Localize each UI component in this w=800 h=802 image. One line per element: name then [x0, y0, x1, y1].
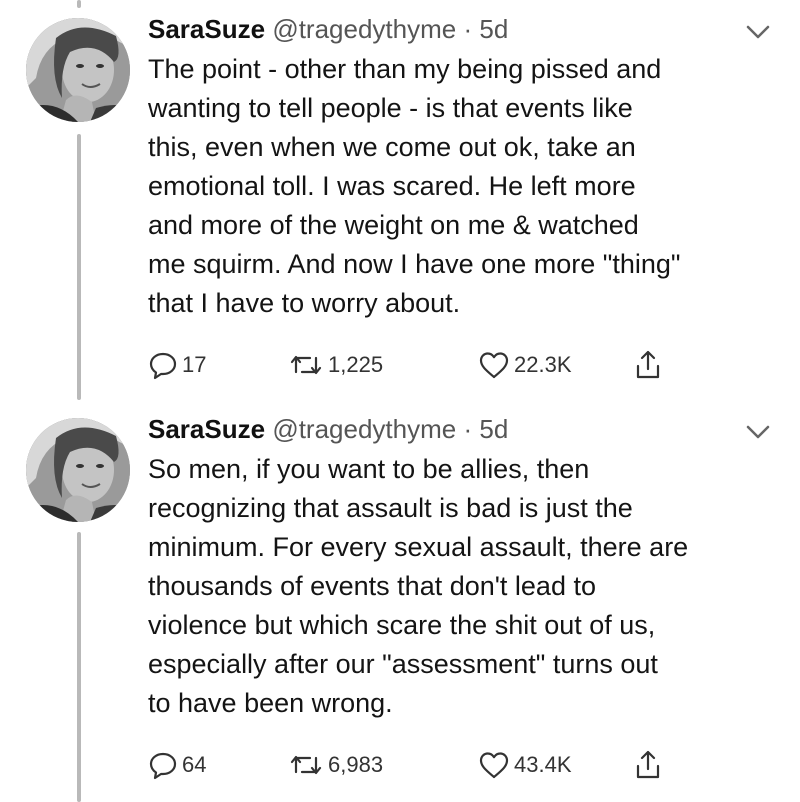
retweet-button[interactable]: 1,225	[288, 345, 383, 385]
separator-dot: ·	[463, 14, 473, 44]
tweet-actions: 17 1,225 22.3K	[148, 345, 708, 385]
tweet-header: SaraSuze @tragedythyme · 5d	[148, 12, 508, 46]
tweet-text-line: that I have to worry about.	[148, 288, 461, 318]
chevron-down-icon[interactable]	[744, 422, 772, 442]
tweet-text: The point - other than my being pissed a…	[148, 50, 788, 323]
avatar-image	[26, 18, 130, 122]
reply-icon	[149, 352, 177, 380]
tweet-text-line: and more of the weight on me & watched	[148, 210, 639, 240]
tweet-text-line: So men, if you want to be allies, then	[148, 454, 590, 484]
like-count: 22.3K	[514, 352, 572, 377]
retweet-button[interactable]: 6,983	[288, 745, 383, 785]
display-name[interactable]: SaraSuze	[148, 414, 265, 444]
tweet-age[interactable]: 5d	[479, 14, 508, 44]
like-button[interactable]: 43.4K	[478, 745, 572, 785]
retweet-icon	[290, 755, 322, 775]
tweet-text: So men, if you want to be allies, then r…	[148, 450, 788, 723]
display-name[interactable]: SaraSuze	[148, 14, 265, 44]
reply-count: 64	[182, 752, 207, 777]
tweet-text-line: me squirm. And now I have one more "thin…	[148, 249, 681, 279]
avatar-image	[26, 418, 130, 522]
chevron-down-icon[interactable]	[744, 22, 772, 42]
separator-dot: ·	[463, 414, 473, 444]
tweet-text-line: especially after our "assessment" turns …	[148, 649, 658, 679]
tweet-text-line: this, even when we come out ok, take an	[148, 132, 636, 162]
like-count: 43.4K	[514, 752, 572, 777]
avatar[interactable]	[26, 418, 130, 522]
tweet[interactable]: SaraSuze @tragedythyme · 5d So men, if y…	[0, 400, 800, 802]
reply-count: 17	[182, 352, 207, 377]
tweet-text-line: minimum. For every sexual assault, there…	[148, 532, 689, 562]
reply-button[interactable]: 64	[148, 745, 206, 785]
heart-icon	[479, 352, 509, 379]
reply-icon	[149, 752, 177, 780]
tweet-text-line: thousands of events that don't lead to	[148, 571, 596, 601]
retweet-count: 1,225	[328, 352, 384, 377]
reply-button[interactable]: 17	[148, 345, 206, 385]
avatar[interactable]	[26, 18, 130, 122]
share-icon	[636, 350, 660, 379]
share-icon	[636, 750, 660, 779]
tweet[interactable]: SaraSuze @tragedythyme · 5d The point - …	[0, 0, 800, 400]
tweet-header: SaraSuze @tragedythyme · 5d	[148, 412, 508, 446]
tweet-text-line: emotional toll. I was scared. He left mo…	[148, 171, 636, 201]
user-handle[interactable]: @tragedythyme	[272, 14, 456, 44]
tweet-text-line: The point - other than my being pissed a…	[148, 54, 662, 84]
heart-icon	[479, 752, 509, 779]
share-button[interactable]	[634, 745, 662, 785]
tweet-text-line: violence but which scare the shit out of…	[148, 610, 656, 640]
tweet-text-line: to have been wrong.	[148, 688, 393, 718]
tweet-text-line: recognizing that assault is bad is just …	[148, 493, 633, 523]
user-handle[interactable]: @tragedythyme	[272, 414, 456, 444]
retweet-count: 6,983	[328, 752, 384, 777]
tweet-actions: 64 6,983 43.4K	[148, 745, 708, 785]
tweet-age[interactable]: 5d	[479, 414, 508, 444]
like-button[interactable]: 22.3K	[478, 345, 572, 385]
retweet-icon	[290, 355, 322, 375]
share-button[interactable]	[634, 345, 662, 385]
tweet-text-line: wanting to tell people - is that events …	[148, 93, 633, 123]
